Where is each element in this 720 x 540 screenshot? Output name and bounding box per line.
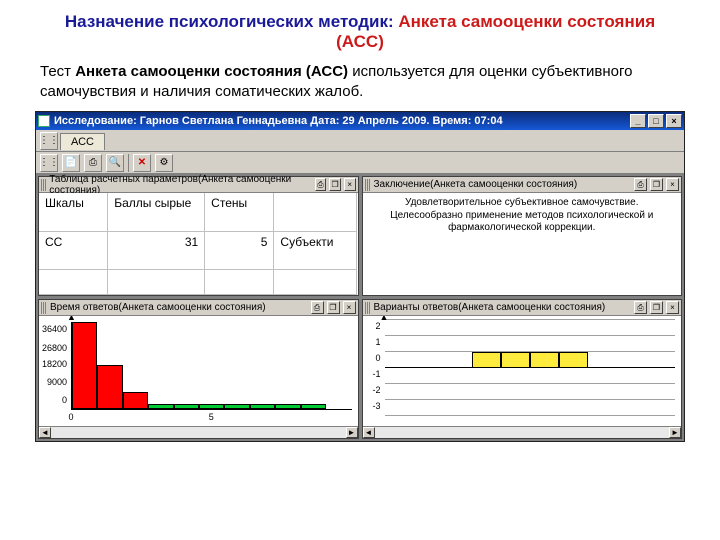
- table-header: [274, 193, 357, 232]
- panel-handle-icon: [41, 302, 47, 314]
- panel-restore-icon[interactable]: ❐: [329, 178, 341, 191]
- panel-parameters-table: Таблица расчетных параметров(Анкета само…: [38, 176, 359, 296]
- panel-titlebar: Варианты ответов(Анкета самооценки состо…: [363, 300, 682, 316]
- panel-titlebar: Заключение(Анкета самооценки состояния) …: [363, 177, 682, 193]
- table-cell: Субъекти: [274, 232, 357, 271]
- panel-titlebar: Таблица расчетных параметров(Анкета само…: [39, 177, 358, 193]
- window-titlebar: Исследование: Гарнов Светлана Геннадьевн…: [36, 112, 684, 130]
- slide-title: Назначение психологических методик: Анке…: [0, 0, 720, 58]
- search-icon[interactable]: 🔍: [106, 154, 124, 172]
- chart-scrollbar[interactable]: ◄ ►: [363, 426, 682, 438]
- print-icon[interactable]: ⎙: [84, 154, 102, 172]
- panel-restore-icon[interactable]: ❐: [327, 301, 340, 314]
- scroll-left-icon[interactable]: ◄: [363, 427, 375, 438]
- app-icon: [38, 115, 50, 127]
- panel-restore-icon[interactable]: ❐: [650, 301, 663, 314]
- toolbar-handle-icon: ⋮⋮: [40, 132, 58, 150]
- chart-time: 0900018200268003640045000▲05: [39, 316, 358, 426]
- panel-close-icon[interactable]: ×: [666, 301, 679, 314]
- panel-print-icon[interactable]: ⎙: [634, 301, 647, 314]
- window-close-button[interactable]: ×: [666, 114, 682, 128]
- panel-close-icon[interactable]: ×: [344, 178, 356, 191]
- panel-handle-icon: [365, 302, 371, 314]
- table-header: Баллы сырые: [108, 193, 205, 232]
- conclusion-text: Удовлетворительное субъективное самочувс…: [363, 193, 682, 295]
- scroll-right-icon[interactable]: ►: [669, 427, 681, 438]
- panel-titlebar: Время ответов(Анкета самооценки состояни…: [39, 300, 358, 316]
- table-cell: 5: [205, 232, 274, 271]
- panel-close-icon[interactable]: ×: [343, 301, 356, 314]
- delete-icon[interactable]: ✕: [133, 154, 151, 172]
- panel-title: Варианты ответов(Анкета самооценки состо…: [374, 302, 606, 313]
- panel-handle-icon: [41, 179, 46, 191]
- title-prefix: Назначение психологических методик:: [65, 12, 398, 31]
- table-cell: 31: [108, 232, 205, 271]
- panel-print-icon[interactable]: ⎙: [311, 301, 324, 314]
- panel-conclusion: Заключение(Анкета самооценки состояния) …: [362, 176, 683, 296]
- chart-scrollbar[interactable]: ◄ ►: [39, 426, 358, 438]
- options-icon[interactable]: ⚙: [155, 154, 173, 172]
- panel-answers-chart: Варианты ответов(Анкета самооценки состо…: [362, 299, 683, 439]
- panel-print-icon[interactable]: ⎙: [634, 178, 647, 191]
- app-window: Исследование: Гарнов Светлана Геннадьевн…: [35, 111, 685, 442]
- table-header: Шкалы: [39, 193, 108, 232]
- panel-time-chart: Время ответов(Анкета самооценки состояни…: [38, 299, 359, 439]
- panel-handle-icon: [365, 179, 371, 191]
- table-header: Стены: [205, 193, 274, 232]
- toolbar-handle-icon: ⋮⋮: [40, 154, 58, 172]
- window-minimize-button[interactable]: _: [630, 114, 646, 128]
- panel-restore-icon[interactable]: ❐: [650, 178, 663, 191]
- scroll-left-icon[interactable]: ◄: [39, 427, 51, 438]
- new-icon[interactable]: 📄: [62, 154, 80, 172]
- parameters-table: Шкалы Баллы сырые Стены СС 31 5 Субъекти: [39, 193, 358, 295]
- window-title: Исследование: Гарнов Светлана Геннадьевн…: [54, 115, 503, 127]
- chart-answers: -3-2-10123▲: [363, 316, 682, 426]
- scroll-right-icon[interactable]: ►: [346, 427, 358, 438]
- panel-print-icon[interactable]: ⎙: [315, 178, 327, 191]
- panel-body: Шкалы Баллы сырые Стены СС 31 5 Субъекти: [39, 193, 358, 295]
- action-toolbar: ⋮⋮ 📄 ⎙ 🔍 ✕ ⚙: [36, 152, 684, 174]
- panel-title: Заключение(Анкета самооценки состояния): [374, 179, 578, 190]
- panel-close-icon[interactable]: ×: [666, 178, 679, 191]
- panels-grid: Таблица расчетных параметров(Анкета само…: [36, 174, 684, 441]
- window-maximize-button[interactable]: □: [648, 114, 664, 128]
- tab-acc[interactable]: АСС: [60, 133, 105, 150]
- toolbar-divider: [128, 154, 129, 172]
- table-cell: СС: [39, 232, 108, 271]
- slide-description: Тест Анкета самооценки состояния (АСС) и…: [0, 58, 720, 111]
- main-toolbar: ⋮⋮ АСС: [36, 130, 684, 152]
- panel-title: Время ответов(Анкета самооценки состояни…: [50, 302, 266, 313]
